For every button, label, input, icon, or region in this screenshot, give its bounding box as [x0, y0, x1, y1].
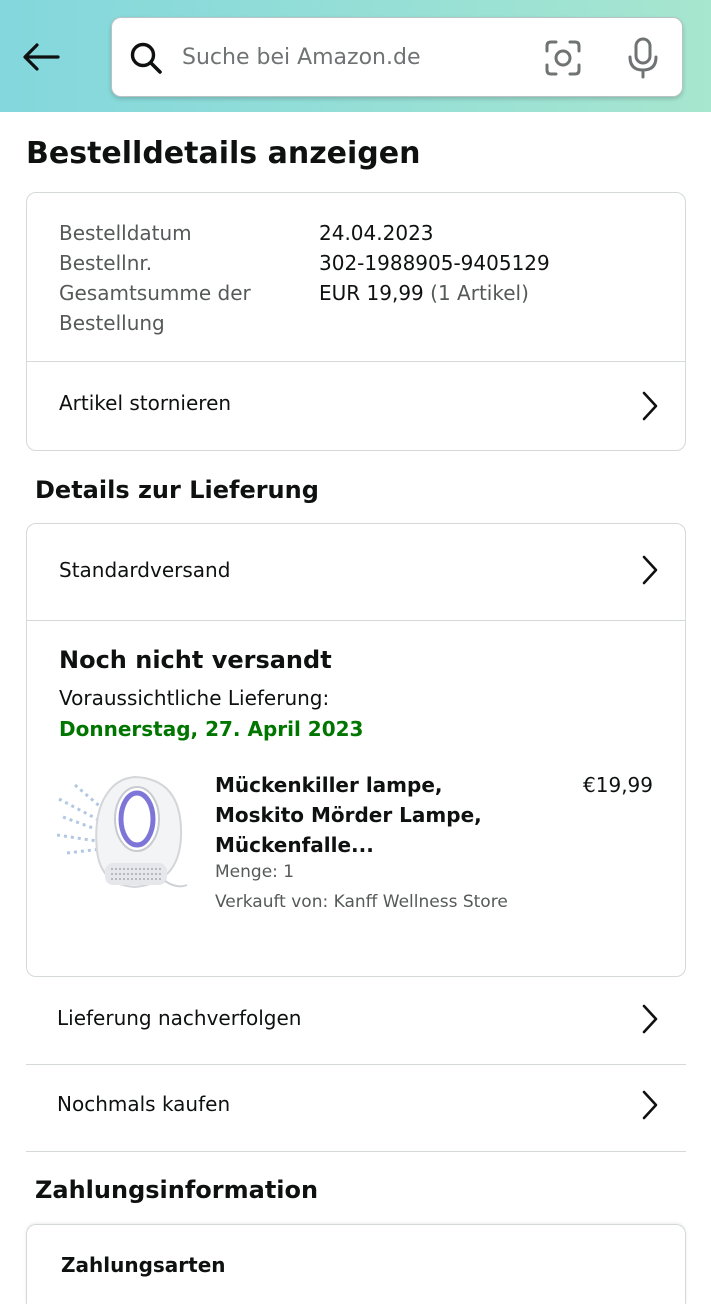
order-total-label: Gesamtsumme der Bestellung: [59, 281, 251, 335]
buy-again-label: Nochmals kaufen: [57, 1092, 231, 1116]
order-number-label: Bestellnr.: [59, 251, 153, 275]
payment-methods-title: Zahlungsarten: [61, 1253, 226, 1277]
chevron-right-icon: [642, 391, 658, 421]
product-image[interactable]: [57, 771, 189, 899]
back-button[interactable]: [18, 36, 64, 78]
shipping-method-label: Standardversand: [59, 558, 231, 582]
track-delivery-row[interactable]: Lieferung nachverfolgen: [26, 978, 686, 1064]
delivery-card: Standardversand Noch nicht versandt Vora…: [26, 523, 686, 977]
microphone-icon[interactable]: [625, 37, 661, 79]
order-number-row: Bestellnr. 302-1988905-9405129: [59, 248, 659, 278]
payment-heading: Zahlungsinformation: [35, 1176, 319, 1204]
shipment-status: Noch nicht versandt: [59, 646, 332, 674]
order-total-value-wrap: EUR 19,99 (1 Artikel): [319, 278, 529, 338]
order-date-row: Bestelldatum 24.04.2023: [59, 218, 659, 248]
delivery-estimate-label: Voraussichtliche Lieferung:: [59, 686, 330, 710]
cancel-items-row[interactable]: Artikel stornieren: [27, 362, 685, 451]
product-title[interactable]: Mückenkiller lampe, Moskito Mörder Lampe…: [215, 770, 535, 860]
order-item-count: (1 Artikel): [430, 281, 529, 305]
divider: [26, 1151, 686, 1152]
payment-methods-card[interactable]: Zahlungsarten: [26, 1224, 686, 1304]
search-icon[interactable]: [128, 40, 164, 76]
delivery-estimate-date: Donnerstag, 27. April 2023: [59, 717, 364, 741]
order-total-value: EUR 19,99: [319, 281, 424, 305]
back-arrow-icon: [23, 43, 60, 71]
delivery-heading: Details zur Lieferung: [35, 476, 319, 504]
camera-scan-icon[interactable]: [544, 39, 582, 77]
order-summary-card: Bestelldatum 24.04.2023 Bestellnr. 302-1…: [26, 192, 686, 451]
order-number-value: 302-1988905-9405129: [319, 251, 550, 275]
order-info: Bestelldatum 24.04.2023 Bestellnr. 302-1…: [59, 218, 659, 338]
divider: [27, 620, 685, 621]
shipping-method-row[interactable]: Standardversand: [27, 524, 685, 620]
product-quantity: Menge: 1: [215, 862, 295, 882]
order-date-value: 24.04.2023: [319, 221, 434, 245]
buy-again-row[interactable]: Nochmals kaufen: [26, 1065, 686, 1151]
top-search-bar: [0, 0, 711, 112]
product-seller: Verkauft von: Kanff Wellness Store: [215, 892, 508, 912]
order-total-row: Gesamtsumme der Bestellung EUR 19,99 (1 …: [59, 278, 659, 338]
page-title: Bestelldetails anzeigen: [26, 136, 421, 171]
order-date-label: Bestelldatum: [59, 221, 192, 245]
chevron-right-icon: [642, 1004, 658, 1034]
product-price: €19,99: [583, 773, 653, 797]
chevron-right-icon: [642, 1090, 658, 1120]
chevron-right-icon: [642, 555, 658, 585]
search-input[interactable]: [182, 36, 512, 78]
search-box[interactable]: [111, 17, 683, 97]
track-delivery-label: Lieferung nachverfolgen: [57, 1006, 302, 1030]
cancel-items-label: Artikel stornieren: [59, 391, 232, 415]
